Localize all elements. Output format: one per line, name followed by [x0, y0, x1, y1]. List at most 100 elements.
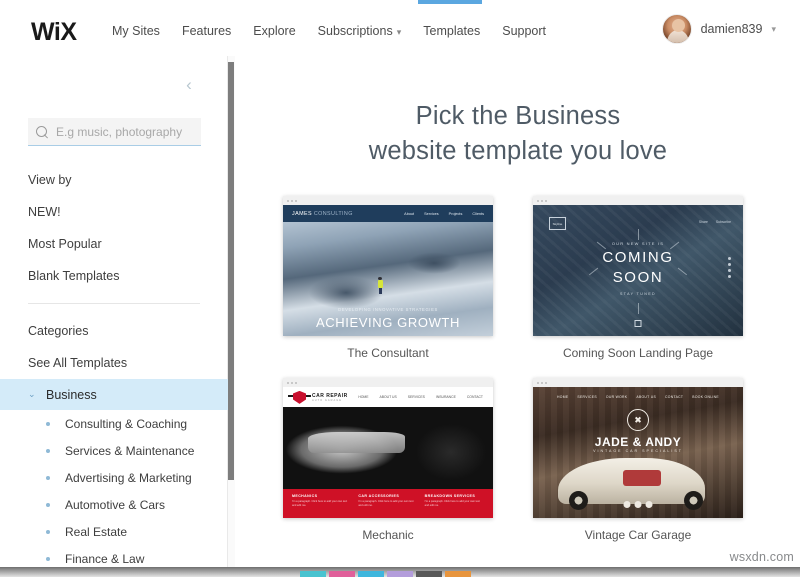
nav-item-subscriptions[interactable]: Subscriptions ▾: [318, 24, 402, 38]
template-name[interactable]: Mechanic: [283, 528, 493, 542]
template-thumbnail[interactable]: JAMES CONSULTING About Services Projects…: [283, 196, 493, 337]
sidebar-item-new[interactable]: NEW!: [0, 196, 228, 228]
page-title-line1: Pick the Business: [415, 102, 621, 130]
sidebar-item-see-all-templates[interactable]: See All Templates: [0, 347, 228, 379]
site-header: WiX My Sites Features Explore Subscripti…: [0, 4, 800, 56]
app-icon-purple[interactable]: [387, 571, 413, 577]
sidebar-item-business[interactable]: ⌄ Business: [0, 379, 228, 410]
sidebar-subitem-automotive-cars[interactable]: Automotive & Cars: [0, 491, 228, 518]
preview-brand-light: CONSULTING: [311, 210, 353, 217]
username-label: damien839: [700, 22, 763, 36]
sidebar-subitem-label: Automotive & Cars: [65, 497, 166, 512]
preview-feature-body: I'm a paragraph. Click here to add your …: [292, 500, 348, 508]
preview-center-block: OUR NEW SITE IS COMING SOON STAY TUNED: [533, 241, 743, 296]
app-icon-pink[interactable]: [329, 571, 355, 577]
preview-vintage-car: HOME SERVICES OUR WORK ABOUT US CONTACT …: [533, 387, 743, 519]
sidebar-list: View by NEW! Most Popular Blank Template…: [0, 164, 228, 572]
preview-feature-title: MECHANICS: [292, 494, 318, 499]
app-icon-cyan[interactable]: [358, 571, 384, 577]
sidebar-scrollbar-thumb[interactable]: [228, 62, 234, 480]
template-card-mechanic[interactable]: CAR REPAIR AUTO GARAGE HOME ABOUT US SER…: [283, 378, 493, 560]
preview-car-wheel: [684, 491, 704, 511]
bullet-icon: [46, 529, 50, 534]
main-navigation: My Sites Features Explore Subscriptions …: [112, 24, 546, 38]
template-thumbnail[interactable]: CAR REPAIR AUTO GARAGE HOME ABOUT US SER…: [283, 378, 493, 519]
search-field[interactable]: [28, 118, 201, 146]
sidebar-subitem-real-estate[interactable]: Real Estate: [0, 518, 228, 545]
social-icon: [728, 263, 731, 267]
bullet-icon: [46, 475, 50, 480]
sidebar-subitem-label: Services & Maintenance: [65, 443, 195, 458]
preview-nav-link: Services: [424, 211, 439, 216]
browser-dot-icon: [537, 199, 539, 202]
nav-item-support[interactable]: Support: [502, 24, 546, 38]
sidebar-subitem-label: Real Estate: [65, 524, 128, 539]
preview-subtitle: VINTAGE CAR SPECIALIST: [593, 449, 683, 454]
collapse-sidebar-icon[interactable]: ‹: [180, 76, 198, 94]
chevron-down-icon: ▾: [771, 23, 776, 34]
sidebar-subitem-advertising-marketing[interactable]: Advertising & Marketing: [0, 464, 228, 491]
app-icon-darkgray[interactable]: [416, 571, 442, 577]
sidebar-subitem-services-maintenance[interactable]: Services & Maintenance: [0, 437, 228, 464]
sidebar-heading-categories: Categories: [28, 324, 89, 338]
nav-item-my-sites[interactable]: My Sites: [112, 24, 160, 38]
preview-social-icons: [623, 501, 653, 509]
preview-nav-link: BOOK ONLINE: [692, 395, 719, 400]
app-icon-orange[interactable]: [445, 571, 471, 577]
thumbnail-browser-bar: [283, 378, 493, 388]
preview-consultant: JAMES CONSULTING About Services Projects…: [283, 205, 493, 337]
search-input[interactable]: [56, 124, 201, 139]
template-card-coming-soon-landing-page[interactable]: Skyline Share Subscribe OUR NEW SITE IS …: [533, 196, 743, 378]
avatar: [661, 14, 692, 44]
browser-dot-icon: [295, 199, 297, 202]
preview-nav-link: SERVICES: [577, 395, 597, 400]
browser-dot-icon: [287, 381, 289, 384]
user-menu[interactable]: damien839 ▾: [661, 14, 776, 44]
wix-logo[interactable]: WiX: [31, 18, 77, 47]
preview-navbar: CAR REPAIR AUTO GARAGE HOME ABOUT US SER…: [283, 387, 493, 408]
sidebar-item-blank-templates[interactable]: Blank Templates: [0, 260, 228, 292]
nav-item-templates[interactable]: Templates: [423, 24, 480, 38]
preview-headline-line2: SOON: [612, 268, 664, 286]
chevron-down-icon: ⌄: [28, 389, 36, 399]
preview-feature-body: I'm a paragraph. Click here to add your …: [358, 500, 414, 508]
nav-item-features[interactable]: Features: [182, 24, 231, 38]
template-name[interactable]: Coming Soon Landing Page: [533, 346, 743, 360]
browser-dot-icon: [291, 381, 293, 384]
preview-logo-badge-icon: [288, 390, 311, 404]
template-card-the-consultant[interactable]: JAMES CONSULTING About Services Projects…: [283, 196, 493, 378]
template-name[interactable]: The Consultant: [283, 346, 493, 360]
preview-car-wheel: [568, 491, 588, 511]
nav-item-explore[interactable]: Explore: [253, 24, 295, 38]
app-icon-teal[interactable]: [300, 571, 326, 577]
sidebar-heading-view-by: View by: [28, 173, 72, 187]
twitter-icon: [634, 501, 642, 509]
chevron-down-icon: ▾: [396, 26, 402, 37]
preview-social-icons: [728, 257, 731, 279]
bullet-icon: [46, 502, 50, 507]
sidebar-item-most-popular[interactable]: Most Popular: [0, 228, 228, 260]
preview-nav-link: ABOUT US: [379, 395, 397, 400]
bullet-icon: [46, 421, 50, 426]
instagram-icon: [645, 501, 653, 509]
browser-dot-icon: [291, 199, 293, 202]
preview-feature-band: MECHANICS I'm a paragraph. Click here to…: [283, 489, 493, 519]
template-thumbnail[interactable]: HOME SERVICES OUR WORK ABOUT US CONTACT …: [533, 378, 743, 519]
page-title: Pick the Business website template you l…: [236, 99, 800, 169]
preview-brand: JAMES CONSULTING: [292, 211, 353, 217]
template-name[interactable]: Vintage Car Garage: [533, 528, 743, 542]
preview-feature-column: MECHANICS I'm a paragraph. Click here to…: [292, 494, 351, 518]
preview-nav-link: HOME: [358, 395, 369, 400]
preview-coming-soon: Skyline Share Subscribe OUR NEW SITE IS …: [533, 205, 743, 337]
sidebar-subitem-label: Finance & Law: [65, 551, 145, 566]
nav-label-subscriptions: Subscriptions: [317, 24, 393, 38]
template-thumbnail[interactable]: Skyline Share Subscribe OUR NEW SITE IS …: [533, 196, 743, 337]
template-card-vintage-car-garage[interactable]: HOME SERVICES OUR WORK ABOUT US CONTACT …: [533, 378, 743, 560]
preview-nav-link: Projects: [448, 211, 463, 216]
sidebar-subitem-consulting-coaching[interactable]: Consulting & Coaching: [0, 410, 228, 437]
template-grid: JAMES CONSULTING About Services Projects…: [236, 196, 800, 560]
browser-dot-icon: [545, 381, 547, 384]
preview-nav-links: HOME ABOUT US SERVICES INSURANCE CONTACT: [358, 395, 483, 399]
preview-title: JADE & ANDY: [594, 435, 682, 450]
os-taskbar: [0, 567, 800, 577]
